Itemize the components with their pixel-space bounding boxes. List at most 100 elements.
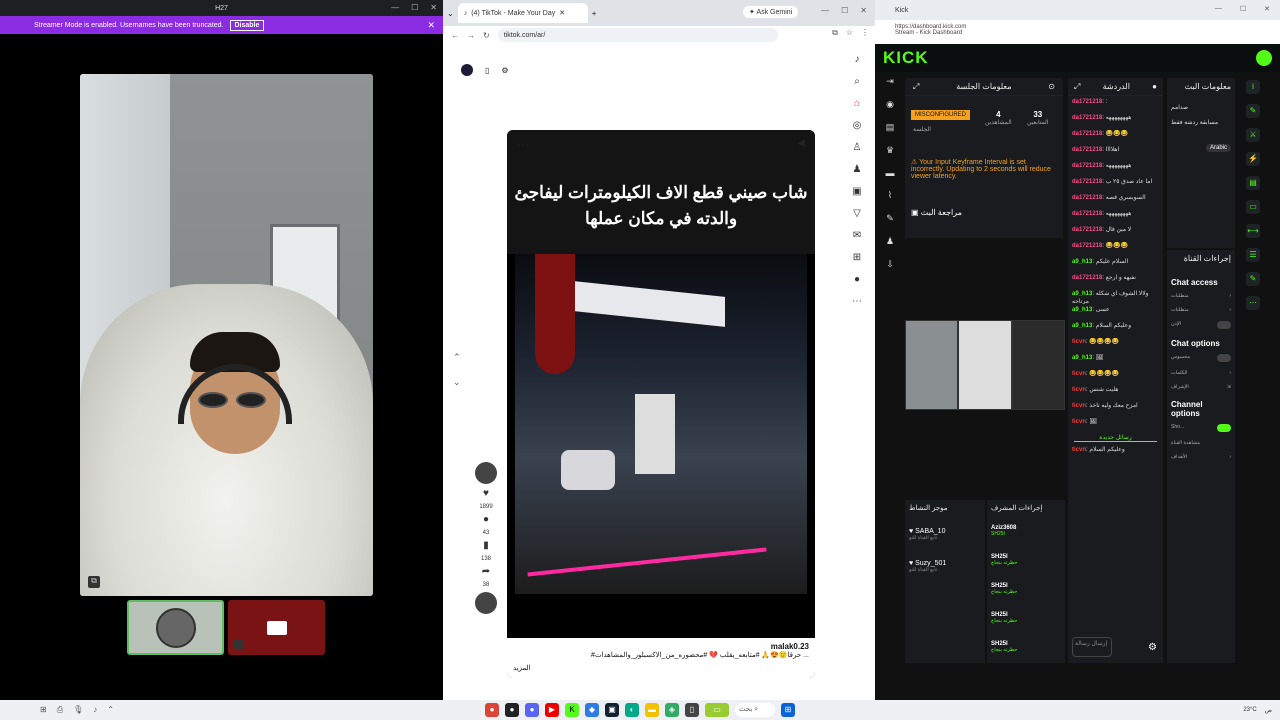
kick-logo[interactable]: KICK (883, 48, 929, 68)
search-icon[interactable]: ⌕ (854, 76, 860, 87)
app-icon[interactable]: ◈ (665, 703, 679, 717)
popout-icon[interactable] (234, 639, 244, 649)
bookmark-icon[interactable]: ▮ (480, 540, 492, 552)
back-icon[interactable]: ← (451, 31, 459, 40)
following-icon[interactable]: ♙ (853, 142, 862, 153)
maximize-icon[interactable]: ☐ (411, 3, 418, 12)
list-icon[interactable]: ☰ (1246, 248, 1260, 262)
toggle[interactable] (1217, 354, 1231, 362)
option-row[interactable]: الإشراف ⇲ (1167, 380, 1235, 394)
reload-icon[interactable]: ↻ (483, 31, 490, 40)
more-link[interactable]: المزيد (513, 664, 531, 672)
forward-icon[interactable]: → (467, 31, 475, 40)
author-name[interactable]: malak0.23 (513, 642, 809, 651)
maximize-icon[interactable]: ☐ (841, 6, 848, 15)
weather-widget[interactable]: ▭ (705, 703, 729, 717)
avatar[interactable] (475, 462, 497, 484)
app-icon[interactable]: ▯ (685, 703, 699, 717)
option-row[interactable]: الإذن (1167, 317, 1235, 333)
new-tab-icon[interactable]: + (592, 9, 597, 18)
option-row[interactable]: مشاهدة القناة (1167, 436, 1235, 450)
analytics-icon[interactable]: ⌇ (888, 190, 892, 201)
tab-tiktok[interactable]: ♪ (4) TikTok - Make Your Day ✕ (457, 3, 588, 23)
edge-icon[interactable]: ◐ (625, 703, 639, 717)
option-row[interactable]: الأهداف › (1167, 450, 1235, 464)
video-icon[interactable]: ▬ (886, 168, 895, 178)
close-icon[interactable]: ✕ (430, 3, 437, 12)
option-row[interactable]: Sho... (1167, 420, 1235, 436)
more-icon[interactable]: ⋯ (1246, 296, 1260, 310)
friends-icon[interactable]: ♟ (853, 164, 862, 175)
minimize-icon[interactable]: — (821, 6, 829, 15)
profile-icon[interactable] (461, 64, 473, 76)
youtube-icon[interactable]: ▶ (545, 703, 559, 717)
participant-tile[interactable] (127, 600, 224, 655)
comment-icon[interactable]: ● (480, 514, 492, 526)
messages-icon[interactable]: ✉ (853, 230, 861, 241)
more-icon[interactable]: ⋯ (517, 138, 529, 152)
link-icon[interactable]: ⟷ (1246, 224, 1260, 238)
minimize-icon[interactable]: — (1215, 5, 1222, 13)
expand-icon[interactable]: ⤢ (913, 82, 919, 92)
close-icon[interactable]: ✕ (1264, 5, 1270, 13)
chevron-up-icon[interactable]: ⌃ (453, 352, 461, 363)
close-icon[interactable]: ✕ (427, 20, 435, 31)
video-player[interactable]: شاب صيني قطع الاف الكيلومترات ليفاجئ وال… (507, 130, 815, 678)
toggle[interactable] (1217, 424, 1231, 432)
windows-start-icon[interactable]: ⊞ (781, 703, 795, 717)
content-icon[interactable]: ▤ (886, 122, 895, 133)
bookmark-icon[interactable]: ☆ (846, 28, 853, 38)
more-icon[interactable]: ⋯ (852, 296, 862, 307)
bolt-icon[interactable]: ⚡ (1246, 152, 1260, 166)
home-icon[interactable]: ⌂ (854, 98, 860, 109)
clipboard-icon[interactable]: ▤ (1246, 176, 1260, 190)
mic-icon[interactable]: 🎙 (73, 705, 83, 715)
live-icon[interactable]: ▣ (852, 186, 861, 197)
option-row[interactable]: متطلبات › (1167, 303, 1235, 317)
toggle[interactable] (1217, 321, 1231, 329)
ask-gemini-button[interactable]: ✦ Ask Gemini (743, 6, 799, 18)
stream-review[interactable]: ▣ مراجعة البث (911, 208, 962, 217)
option-row[interactable]: الكلمات › (1167, 366, 1235, 380)
trophy-icon[interactable]: ♛ (886, 145, 894, 156)
chevron-down-icon[interactable]: ⌄ (453, 377, 461, 388)
kick-address-bar[interactable]: https://dashboard.kick.com Stream - Kick… (875, 20, 1280, 44)
stream-preview[interactable] (905, 320, 1065, 410)
mod-icon[interactable]: ⚔ (1246, 128, 1260, 142)
app-icon[interactable]: ● (505, 703, 519, 717)
option-row[interactable]: محسوس (1167, 350, 1235, 366)
upload-icon[interactable]: ⊞ (853, 252, 861, 263)
app-icon[interactable]: ◆ (585, 703, 599, 717)
app-icon[interactable]: ▣ (605, 703, 619, 717)
collapse-icon[interactable]: ⇥ (886, 76, 894, 87)
avatar[interactable] (1256, 50, 1272, 66)
speaker-icon[interactable]: ◀ (797, 138, 805, 149)
expand-icon[interactable]: ⤢ (1074, 82, 1080, 92)
main-video-tile[interactable]: ⧉ (80, 74, 373, 596)
disable-button[interactable]: Disable (229, 19, 265, 31)
tools-icon[interactable]: ✎ (886, 213, 894, 224)
tiktok-logo-icon[interactable]: ♪ (855, 54, 860, 65)
menu-icon[interactable]: ⋮ (861, 28, 869, 38)
kick-icon[interactable]: K (565, 703, 579, 717)
explore-icon[interactable]: ◎ (853, 120, 862, 131)
device-icon[interactable]: ▯ (485, 66, 489, 75)
bookmark-icon[interactable]: ⎙ (57, 705, 63, 715)
chrome-icon[interactable]: ● (485, 703, 499, 717)
chevron-up-icon[interactable]: ⌃ (107, 705, 114, 715)
upload-icon[interactable]: ⇩ (886, 259, 894, 270)
url-field[interactable]: tiktok.com/ar/ (497, 28, 778, 42)
search-box[interactable]: بحث ⌕ (735, 703, 775, 717)
info-icon[interactable]: i (1246, 80, 1260, 94)
popout-icon[interactable]: ⧉ (88, 576, 100, 588)
layout-icon[interactable]: ⊞ (40, 705, 47, 715)
close-icon[interactable]: ✕ (559, 9, 565, 17)
speaker-icon[interactable]: ♪ (93, 705, 97, 715)
edit-icon[interactable]: ✎ (1246, 104, 1260, 118)
share-icon[interactable]: ➦ (480, 566, 492, 578)
discord-icon[interactable]: ● (525, 703, 539, 717)
chat-input[interactable]: إرسال رسالة (1072, 637, 1112, 657)
camera-tile[interactable] (228, 600, 325, 655)
option-row[interactable]: متطلبات › (1167, 289, 1235, 303)
chat-icon[interactable]: ▭ (1246, 200, 1260, 214)
